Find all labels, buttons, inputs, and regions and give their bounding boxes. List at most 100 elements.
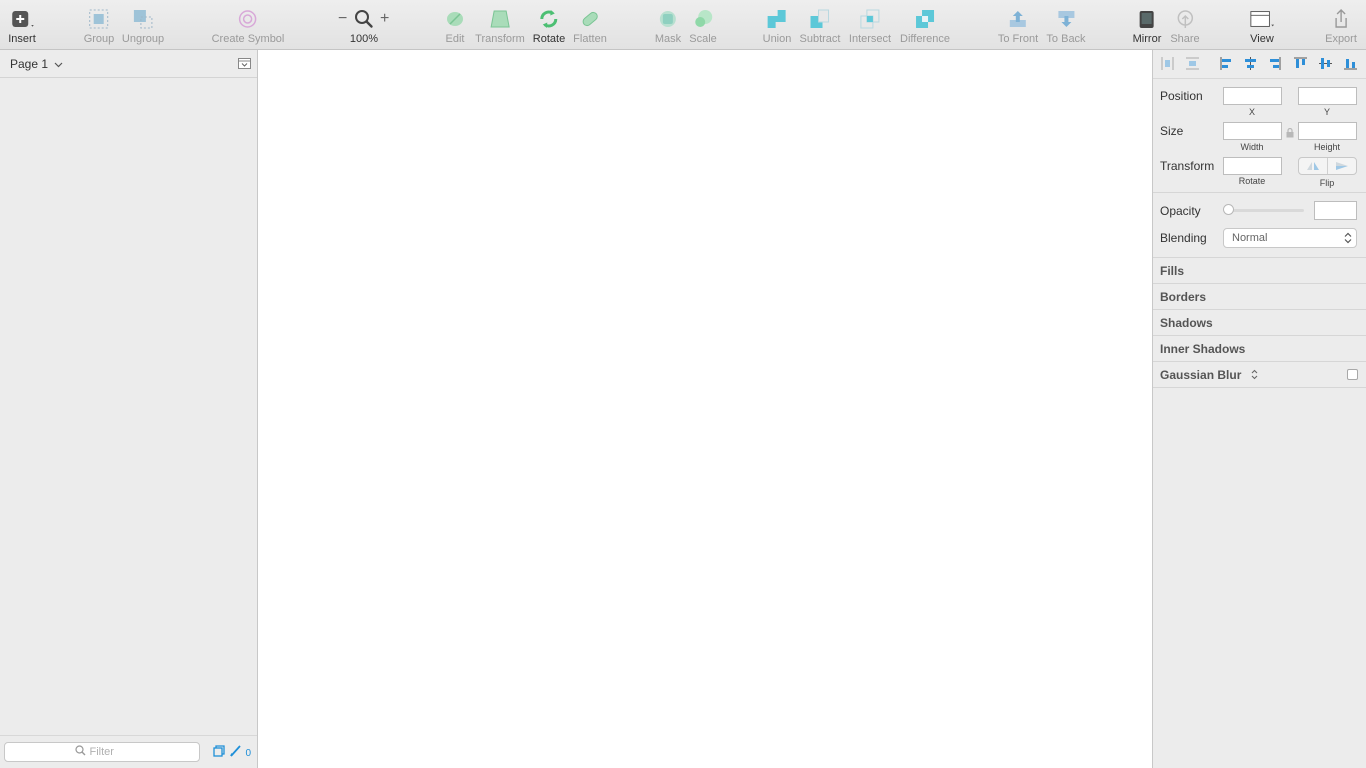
divider xyxy=(1153,192,1366,193)
x-label: X xyxy=(1248,107,1255,117)
flatten-button[interactable]: Flatten xyxy=(573,7,607,45)
difference-button[interactable]: Difference xyxy=(900,7,950,45)
zoom-out-button[interactable]: − xyxy=(338,10,347,28)
ungroup-icon xyxy=(130,7,156,31)
mirror-icon xyxy=(1134,7,1160,31)
flip-control xyxy=(1298,157,1357,175)
opacity-slider-track[interactable] xyxy=(1230,209,1304,212)
subtract-button[interactable]: Subtract xyxy=(800,7,840,45)
to-back-button[interactable]: To Back xyxy=(1046,7,1086,45)
difference-icon xyxy=(912,7,938,31)
size-label: Size xyxy=(1160,124,1184,138)
gaussian-blur-section[interactable]: Gaussian Blur xyxy=(1153,362,1366,388)
opacity-field[interactable] xyxy=(1314,201,1357,220)
inner-shadows-label: Inner Shadows xyxy=(1160,342,1246,356)
group-button[interactable]: Group xyxy=(84,7,114,45)
width-field[interactable] xyxy=(1223,122,1282,140)
layers-sidebar: Page 1 0 xyxy=(0,50,258,768)
mirror-button[interactable]: Mirror xyxy=(1133,7,1161,45)
union-icon xyxy=(764,7,790,31)
opacity-label: Opacity xyxy=(1160,204,1201,218)
rotate-icon xyxy=(536,7,562,31)
align-bottom-icon[interactable] xyxy=(1344,57,1357,75)
export-icon xyxy=(1328,7,1354,31)
view-button[interactable]: View xyxy=(1249,7,1275,45)
align-middle-icon[interactable] xyxy=(1319,57,1332,75)
symbol-icon xyxy=(235,7,261,31)
transform-button[interactable]: Transform xyxy=(475,7,525,45)
filter-count: 0 xyxy=(245,747,251,759)
opacity-slider-knob[interactable] xyxy=(1223,204,1234,215)
align-center-icon[interactable] xyxy=(1244,57,1257,75)
updown-chevron-icon xyxy=(1344,232,1352,250)
distribute-horizontal-icon[interactable] xyxy=(1161,57,1174,75)
sidebar-footer: 0 xyxy=(0,735,257,768)
to-back-icon xyxy=(1053,7,1079,31)
filter-input[interactable] xyxy=(85,746,130,758)
position-y-field[interactable] xyxy=(1298,87,1357,105)
fills-section[interactable]: Fills xyxy=(1153,258,1366,284)
blending-label: Blending xyxy=(1160,231,1207,245)
distribute-vertical-icon[interactable] xyxy=(1186,57,1199,75)
y-label: Y xyxy=(1323,107,1330,117)
to-front-icon xyxy=(1005,7,1031,31)
edit-button[interactable]: Edit xyxy=(442,7,468,45)
subtract-icon xyxy=(807,7,833,31)
lock-icon[interactable] xyxy=(1286,125,1294,143)
zoom-level: 100% xyxy=(349,33,379,45)
collapse-pages-icon[interactable] xyxy=(238,58,251,72)
borders-label: Borders xyxy=(1160,290,1207,304)
flip-vertical-icon[interactable] xyxy=(1327,158,1356,174)
canvas[interactable] xyxy=(258,50,1152,768)
transform-label: Transform xyxy=(1160,159,1215,173)
width-label: Width xyxy=(1240,142,1264,152)
flip-label: Flip xyxy=(1319,178,1335,188)
mask-button[interactable]: Mask xyxy=(655,7,681,45)
ungroup-button[interactable]: Ungroup xyxy=(122,7,164,45)
transform-icon xyxy=(487,7,513,31)
share-button[interactable]: Share xyxy=(1170,7,1200,45)
blending-value: Normal xyxy=(1232,232,1268,244)
intersect-button[interactable]: Intersect xyxy=(849,7,891,45)
align-left-icon[interactable] xyxy=(1220,57,1233,75)
rotate-field[interactable] xyxy=(1223,157,1282,175)
blur-type-chevron-icon[interactable] xyxy=(1251,363,1258,389)
export-button[interactable]: Export xyxy=(1325,7,1357,45)
rotate-label: Rotate xyxy=(1238,176,1266,186)
gaussian-blur-checkbox[interactable] xyxy=(1347,369,1358,380)
mask-icon xyxy=(655,7,681,31)
scale-icon xyxy=(690,7,716,31)
flip-horizontal-icon[interactable] xyxy=(1299,158,1327,174)
zoom-control: − + 100% xyxy=(336,7,392,47)
chevron-down-icon xyxy=(54,57,63,71)
edit-icon xyxy=(442,7,468,31)
toolbar: Insert Group Ungroup Create Symbol − + 1… xyxy=(0,0,1366,50)
inspector-panel: Position X Y Size Width Height Transform… xyxy=(1152,50,1366,768)
rotate-button[interactable]: Rotate xyxy=(533,7,565,45)
intersect-icon xyxy=(857,7,883,31)
filter-options: 0 xyxy=(213,744,251,762)
insert-button[interactable]: Insert xyxy=(8,7,36,45)
blending-select[interactable]: Normal xyxy=(1223,228,1357,248)
inner-shadows-section[interactable]: Inner Shadows xyxy=(1153,336,1366,362)
position-x-field[interactable] xyxy=(1223,87,1282,105)
scale-button[interactable]: Scale xyxy=(689,7,717,45)
create-symbol-button[interactable]: Create Symbol xyxy=(212,7,284,45)
to-front-button[interactable]: To Front xyxy=(998,7,1038,45)
position-label: Position xyxy=(1160,89,1203,103)
filter-field[interactable] xyxy=(4,742,200,762)
page-name: Page 1 xyxy=(10,56,49,71)
group-icon xyxy=(86,7,112,31)
gaussian-blur-label: Gaussian Blur xyxy=(1160,368,1242,382)
union-button[interactable]: Union xyxy=(763,7,791,45)
zoom-in-button[interactable]: + xyxy=(380,10,389,28)
align-right-icon[interactable] xyxy=(1268,57,1281,75)
height-field[interactable] xyxy=(1298,122,1357,140)
slices-filter-icon[interactable] xyxy=(229,744,242,762)
symbols-filter-icon[interactable] xyxy=(213,744,226,762)
shadows-section[interactable]: Shadows xyxy=(1153,310,1366,336)
borders-section[interactable]: Borders xyxy=(1153,284,1366,310)
search-icon xyxy=(74,745,86,759)
align-top-icon[interactable] xyxy=(1294,57,1307,75)
page-selector[interactable]: Page 1 xyxy=(0,50,257,78)
